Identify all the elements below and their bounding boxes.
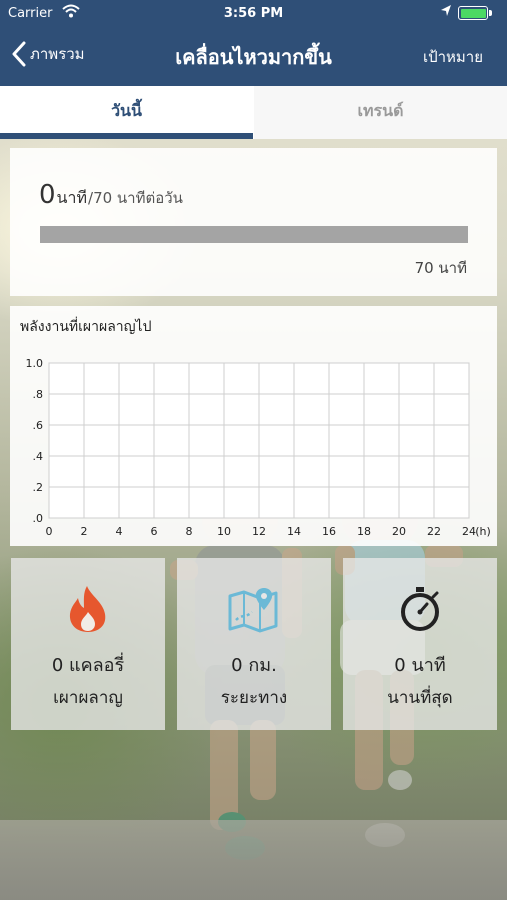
stat-card-distance: 0 กม. ระยะทาง <box>177 558 331 730</box>
top-bar: Carrier 3:56 PM ภาพรวม เคลื่อนไหวมากขึ้น… <box>0 0 507 86</box>
status-bar: Carrier 3:56 PM <box>0 0 507 28</box>
chart-x-unit-label: (h) <box>475 525 491 538</box>
location-arrow-icon <box>440 4 452 22</box>
stat-card-duration: 0 นาที นานที่สุด <box>343 558 497 730</box>
progress-bar <box>40 226 468 243</box>
active-tab-indicator <box>0 133 253 139</box>
goal-button[interactable]: เป้าหมาย <box>423 45 483 69</box>
duration-value: 0 นาที <box>394 655 446 676</box>
progress-max-label: 70 นาที <box>414 259 467 277</box>
segmented-tabs: วันนี้ เทรนด์ <box>0 86 507 139</box>
calories-chart-panel: 0 2 4 6 8 10 12 14 16 18 20 22 24 (h) .0.2.4.6.8 1.0 พล… <box>10 306 497 546</box>
chart-x-tick-label: 2 <box>81 525 88 538</box>
calories-chart: 0 2 4 6 8 10 12 14 16 18 20 22 24 (h).0.2.4.6.81.0 <box>26 357 491 538</box>
chart-x-tick-label: 10 <box>217 525 231 538</box>
chart-x-tick-label: 20 <box>392 525 406 538</box>
tab-today[interactable]: วันนี้ <box>0 86 253 139</box>
stopwatch-icon <box>343 584 497 634</box>
chart-x-tick-label: 24 <box>462 525 476 538</box>
progress-goal: /70 นาทีต่อวัน <box>88 189 183 207</box>
progress-value: 0 <box>39 180 56 210</box>
chart-x-tick-label: 4 <box>116 525 123 538</box>
daily-progress-panel: 0 นาที /70 นาทีต่อวัน 70 นาที <box>10 148 497 296</box>
progress-summary: 0 นาที /70 นาทีต่อวัน <box>39 180 183 211</box>
battery-icon <box>458 6 492 20</box>
distance-label: ระยะทาง <box>220 688 288 708</box>
chart-x-tick-label: 6 <box>151 525 158 538</box>
calories-label: เผาผลาญ <box>53 688 123 708</box>
chart-x-tick-label: 0 <box>46 525 53 538</box>
chart-x-tick-label: 22 <box>427 525 441 538</box>
background-road <box>0 820 507 900</box>
chart-x-tick-label: 18 <box>357 525 371 538</box>
chart-x-tick-label: 8 <box>186 525 193 538</box>
chart-y-tick-label: .4 <box>33 450 44 463</box>
navigation-bar: ภาพรวม เคลื่อนไหวมากขึ้น เป้าหมาย <box>0 28 507 86</box>
flame-icon <box>11 584 165 634</box>
chart-x-tick-label: 16 <box>322 525 336 538</box>
stat-card-calories: 0 แคลอรี่ เผาผลาญ <box>11 558 165 730</box>
chart-title: พลังงานที่เผาผลาญไป <box>20 319 152 335</box>
chart-x-tick-label: 14 <box>287 525 301 538</box>
chart-y-tick-label: 1.0 <box>26 357 44 370</box>
chart-y-tick-label: .8 <box>33 388 44 401</box>
tab-trend[interactable]: เทรนด์ <box>254 86 507 139</box>
distance-value: 0 กม. <box>231 655 277 676</box>
duration-label: นานที่สุด <box>387 688 453 708</box>
progress-unit: นาที <box>56 188 88 207</box>
chart-y-tick-label: .6 <box>33 419 44 432</box>
status-time: 3:56 PM <box>223 6 284 21</box>
chart-y-tick-label: .2 <box>33 481 44 494</box>
chart-x-tick-label: 12 <box>252 525 266 538</box>
calories-value: 0 แคลอรี่ <box>51 655 125 676</box>
map-pin-icon <box>177 584 331 634</box>
chart-y-tick-label: .0 <box>33 512 44 525</box>
